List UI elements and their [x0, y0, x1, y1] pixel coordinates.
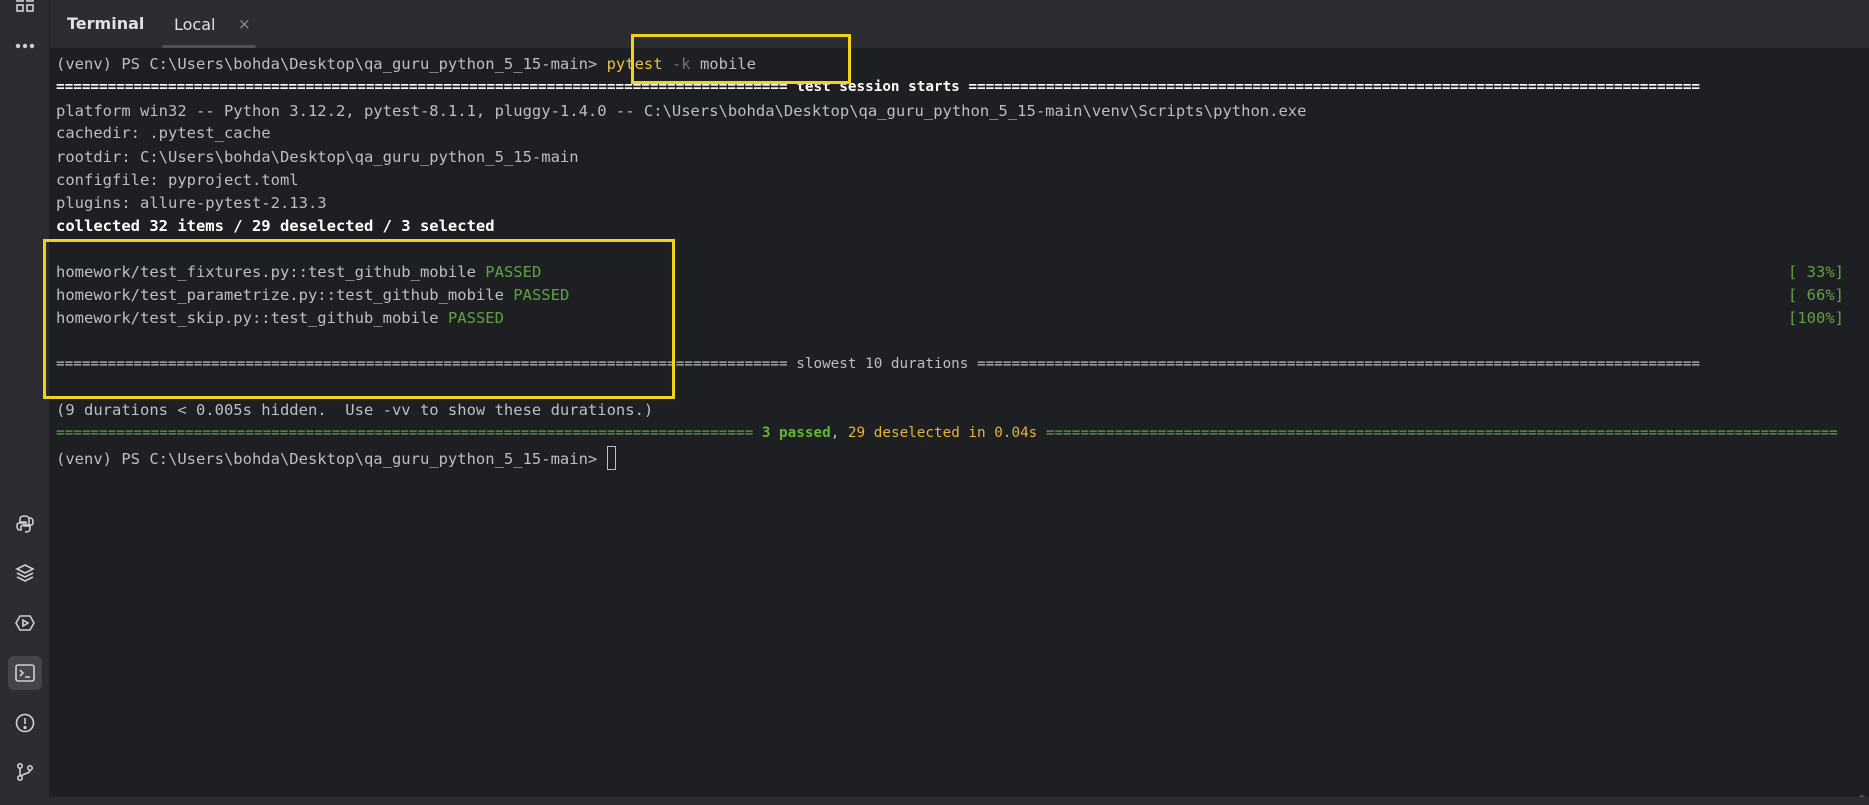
text-cursor [606, 446, 616, 470]
python-icon[interactable] [8, 507, 42, 541]
close-icon[interactable]: × [238, 15, 251, 33]
summary-comma: , [830, 425, 840, 441]
summary-sep-left: ========================================… [56, 425, 754, 441]
prompt-line[interactable]: (venv) PS C:\Users\bohda\Desktop\qa_guru… [56, 446, 616, 470]
session-sep-right: ========================================… [968, 79, 1701, 95]
tab-label: Local [174, 15, 216, 34]
git-icon[interactable] [8, 755, 42, 789]
run-icon[interactable] [8, 606, 42, 640]
test-progress: [ 66%] [1788, 286, 1844, 304]
cachedir-line: cachedir: .pytest_cache [56, 124, 271, 142]
terminal-output[interactable]: (venv) PS C:\Users\bohda\Desktop\qa_guru… [50, 49, 1869, 805]
results-highlight [43, 239, 675, 399]
prompt: (venv) PS C:\Users\bohda\Desktop\qa_guru… [56, 450, 598, 468]
active-tab-indicator [162, 45, 256, 48]
platform-line: platform win32 -- Python 3.12.2, pytest-… [56, 102, 1307, 120]
layers-icon[interactable] [8, 556, 42, 590]
tab-local[interactable]: Local × [162, 0, 260, 48]
test-progress: [ 33%] [1788, 263, 1844, 281]
configfile-line: configfile: pyproject.toml [56, 171, 299, 189]
prompt: (venv) PS C:\Users\bohda\Desktop\qa_guru… [56, 55, 598, 73]
tool-window-title: Terminal [67, 14, 145, 33]
terminal-icon[interactable] [8, 656, 42, 690]
test-progress: [100%] [1788, 309, 1844, 327]
summary-passed: 3 passed [761, 425, 831, 441]
slowest-title: slowest 10 durations [796, 356, 969, 372]
problems-icon[interactable] [8, 706, 42, 740]
tool-window-header: Terminal Local × [50, 0, 1869, 49]
status-bar [0, 797, 1869, 805]
command-highlight [631, 34, 851, 84]
plugins-line: plugins: allure-pytest-2.13.3 [56, 194, 327, 212]
collected-line: collected 32 items / 29 deselected / 3 s… [56, 217, 495, 235]
summary-line: ========================================… [56, 422, 1838, 444]
slowest-sep-right: ========================================… [977, 356, 1701, 372]
summary-deselected: 29 deselected in 0.04s [847, 425, 1038, 441]
tool-window-strip [0, 0, 50, 805]
hidden-durations-note: (9 durations < 0.005s hidden. Use -vv to… [56, 401, 654, 419]
summary-sep-right: ========================================… [1045, 425, 1838, 441]
session-header: ========================================… [56, 76, 1700, 98]
more-icon[interactable] [8, 29, 42, 63]
rootdir-line: rootdir: C:\Users\bohda\Desktop\qa_guru_… [56, 148, 579, 166]
grid-icon[interactable] [8, 0, 42, 20]
